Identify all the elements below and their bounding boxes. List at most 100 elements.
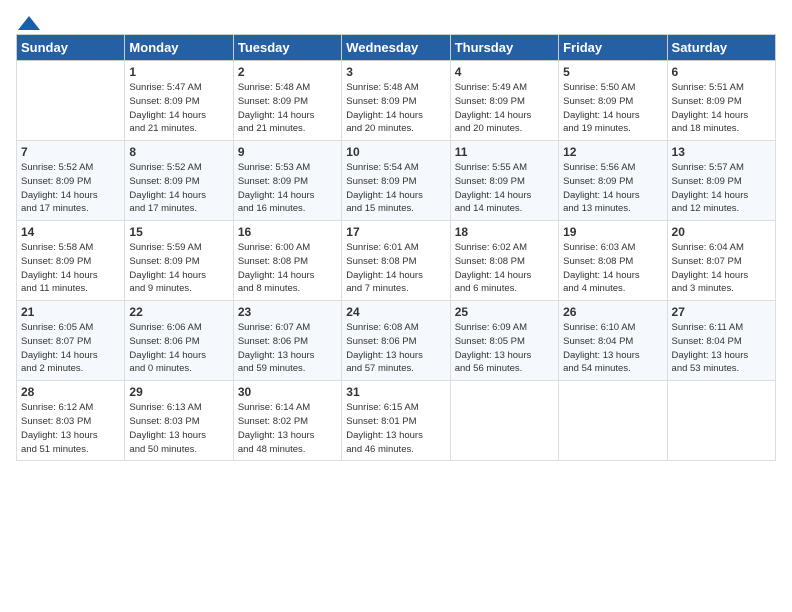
col-header-saturday: Saturday [667, 35, 775, 61]
day-number: 25 [455, 305, 554, 319]
col-header-wednesday: Wednesday [342, 35, 450, 61]
day-cell: 4Sunrise: 5:49 AM Sunset: 8:09 PM Daylig… [450, 61, 558, 141]
day-info: Sunrise: 6:15 AM Sunset: 8:01 PM Dayligh… [346, 401, 445, 456]
day-cell: 8Sunrise: 5:52 AM Sunset: 8:09 PM Daylig… [125, 141, 233, 221]
day-cell: 29 Sunrise: 6:13 AM Sunset: 8:03 PM Dayli… [125, 381, 233, 461]
day-info: Sunrise: 6:01 AM Sunset: 8:08 PM Dayligh… [346, 241, 445, 296]
day-cell: 25Sunrise: 6:09 AM Sunset: 8:05 PM Dayli… [450, 301, 558, 381]
day-number: 3 [346, 65, 445, 79]
day-info: Sunrise: 6:12 AM Sunset: 8:03 PM Dayligh… [21, 401, 120, 456]
day-cell: 27 Sunrise: 6:11 AM Sunset: 8:04 PM Dayli… [667, 301, 775, 381]
day-cell: 9 Sunrise: 5:53 AM Sunset: 8:09 PM Daylig… [233, 141, 341, 221]
calendar-header-row: SundayMondayTuesdayWednesdayThursdayFrid… [17, 35, 776, 61]
day-number: 31 [346, 385, 445, 399]
col-header-tuesday: Tuesday [233, 35, 341, 61]
day-cell: 14Sunrise: 5:58 AM Sunset: 8:09 PM Dayli… [17, 221, 125, 301]
day-info: Sunrise: 5:54 AM Sunset: 8:09 PM Dayligh… [346, 161, 445, 216]
day-number: 23 [238, 305, 337, 319]
day-number: 2 [238, 65, 337, 79]
page-header [16, 16, 776, 26]
day-cell: 22Sunrise: 6:06 AM Sunset: 8:06 PM Dayli… [125, 301, 233, 381]
day-cell [559, 381, 667, 461]
day-number: 18 [455, 225, 554, 239]
week-row-1: 1 Sunrise: 5:47 AM Sunset: 8:09 PM Daylig… [17, 61, 776, 141]
day-cell [17, 61, 125, 141]
day-info: Sunrise: 5:48 AM Sunset: 8:09 PM Dayligh… [238, 81, 337, 136]
day-info: Sunrise: 6:11 AM Sunset: 8:04 PM Dayligh… [672, 321, 771, 376]
day-info: Sunrise: 6:05 AM Sunset: 8:07 PM Dayligh… [21, 321, 120, 376]
day-cell: 26Sunrise: 6:10 AM Sunset: 8:04 PM Dayli… [559, 301, 667, 381]
day-number: 19 [563, 225, 662, 239]
day-info: Sunrise: 5:58 AM Sunset: 8:09 PM Dayligh… [21, 241, 120, 296]
logo-icon [18, 16, 40, 30]
day-info: Sunrise: 5:53 AM Sunset: 8:09 PM Dayligh… [238, 161, 337, 216]
day-cell: 6Sunrise: 5:51 AM Sunset: 8:09 PM Daylig… [667, 61, 775, 141]
day-number: 30 [238, 385, 337, 399]
day-number: 21 [21, 305, 120, 319]
day-cell: 18 Sunrise: 6:02 AM Sunset: 8:08 PM Dayli… [450, 221, 558, 301]
day-cell: 17 Sunrise: 6:01 AM Sunset: 8:08 PM Dayli… [342, 221, 450, 301]
day-info: Sunrise: 6:03 AM Sunset: 8:08 PM Dayligh… [563, 241, 662, 296]
day-number: 29 [129, 385, 228, 399]
day-cell [667, 381, 775, 461]
day-info: Sunrise: 6:14 AM Sunset: 8:02 PM Dayligh… [238, 401, 337, 456]
day-info: Sunrise: 5:49 AM Sunset: 8:09 PM Dayligh… [455, 81, 554, 136]
week-row-2: 7Sunrise: 5:52 AM Sunset: 8:09 PM Daylig… [17, 141, 776, 221]
col-header-thursday: Thursday [450, 35, 558, 61]
day-info: Sunrise: 5:59 AM Sunset: 8:09 PM Dayligh… [129, 241, 228, 296]
day-cell: 30 Sunrise: 6:14 AM Sunset: 8:02 PM Dayli… [233, 381, 341, 461]
day-number: 8 [129, 145, 228, 159]
day-cell [450, 381, 558, 461]
col-header-friday: Friday [559, 35, 667, 61]
day-number: 9 [238, 145, 337, 159]
day-info: Sunrise: 6:00 AM Sunset: 8:08 PM Dayligh… [238, 241, 337, 296]
day-cell: 5 Sunrise: 5:50 AM Sunset: 8:09 PM Daylig… [559, 61, 667, 141]
day-info: Sunrise: 6:07 AM Sunset: 8:06 PM Dayligh… [238, 321, 337, 376]
day-number: 16 [238, 225, 337, 239]
day-cell: 12 Sunrise: 5:56 AM Sunset: 8:09 PM Dayli… [559, 141, 667, 221]
day-info: Sunrise: 6:02 AM Sunset: 8:08 PM Dayligh… [455, 241, 554, 296]
day-number: 1 [129, 65, 228, 79]
day-cell: 2 Sunrise: 5:48 AM Sunset: 8:09 PM Daylig… [233, 61, 341, 141]
day-number: 17 [346, 225, 445, 239]
day-info: Sunrise: 5:50 AM Sunset: 8:09 PM Dayligh… [563, 81, 662, 136]
day-cell: 11Sunrise: 5:55 AM Sunset: 8:09 PM Dayli… [450, 141, 558, 221]
week-row-5: 28 Sunrise: 6:12 AM Sunset: 8:03 PM Dayli… [17, 381, 776, 461]
day-number: 10 [346, 145, 445, 159]
day-info: Sunrise: 5:51 AM Sunset: 8:09 PM Dayligh… [672, 81, 771, 136]
day-info: Sunrise: 6:08 AM Sunset: 8:06 PM Dayligh… [346, 321, 445, 376]
week-row-4: 21 Sunrise: 6:05 AM Sunset: 8:07 PM Dayli… [17, 301, 776, 381]
day-cell: 21 Sunrise: 6:05 AM Sunset: 8:07 PM Dayli… [17, 301, 125, 381]
calendar-body: 1 Sunrise: 5:47 AM Sunset: 8:09 PM Daylig… [17, 61, 776, 461]
day-cell: 28 Sunrise: 6:12 AM Sunset: 8:03 PM Dayli… [17, 381, 125, 461]
day-cell: 1 Sunrise: 5:47 AM Sunset: 8:09 PM Daylig… [125, 61, 233, 141]
day-number: 27 [672, 305, 771, 319]
day-info: Sunrise: 5:47 AM Sunset: 8:09 PM Dayligh… [129, 81, 228, 136]
day-cell: 16 Sunrise: 6:00 AM Sunset: 8:08 PM Dayli… [233, 221, 341, 301]
day-number: 28 [21, 385, 120, 399]
day-cell: 31 Sunrise: 6:15 AM Sunset: 8:01 PM Dayli… [342, 381, 450, 461]
day-info: Sunrise: 5:52 AM Sunset: 8:09 PM Dayligh… [21, 161, 120, 216]
day-cell: 10 Sunrise: 5:54 AM Sunset: 8:09 PM Dayli… [342, 141, 450, 221]
day-info: Sunrise: 5:48 AM Sunset: 8:09 PM Dayligh… [346, 81, 445, 136]
day-cell: 15 Sunrise: 5:59 AM Sunset: 8:09 PM Dayli… [125, 221, 233, 301]
day-number: 24 [346, 305, 445, 319]
col-header-sunday: Sunday [17, 35, 125, 61]
col-header-monday: Monday [125, 35, 233, 61]
day-number: 5 [563, 65, 662, 79]
day-info: Sunrise: 6:06 AM Sunset: 8:06 PM Dayligh… [129, 321, 228, 376]
day-cell: 19 Sunrise: 6:03 AM Sunset: 8:08 PM Dayli… [559, 221, 667, 301]
day-info: Sunrise: 5:55 AM Sunset: 8:09 PM Dayligh… [455, 161, 554, 216]
calendar-table: SundayMondayTuesdayWednesdayThursdayFrid… [16, 34, 776, 461]
day-info: Sunrise: 6:04 AM Sunset: 8:07 PM Dayligh… [672, 241, 771, 296]
day-cell: 3 Sunrise: 5:48 AM Sunset: 8:09 PM Daylig… [342, 61, 450, 141]
day-cell: 20Sunrise: 6:04 AM Sunset: 8:07 PM Dayli… [667, 221, 775, 301]
day-number: 26 [563, 305, 662, 319]
day-number: 15 [129, 225, 228, 239]
day-info: Sunrise: 5:56 AM Sunset: 8:09 PM Dayligh… [563, 161, 662, 216]
day-cell: 13Sunrise: 5:57 AM Sunset: 8:09 PM Dayli… [667, 141, 775, 221]
day-cell: 7Sunrise: 5:52 AM Sunset: 8:09 PM Daylig… [17, 141, 125, 221]
day-number: 12 [563, 145, 662, 159]
day-info: Sunrise: 5:57 AM Sunset: 8:09 PM Dayligh… [672, 161, 771, 216]
day-info: Sunrise: 6:13 AM Sunset: 8:03 PM Dayligh… [129, 401, 228, 456]
